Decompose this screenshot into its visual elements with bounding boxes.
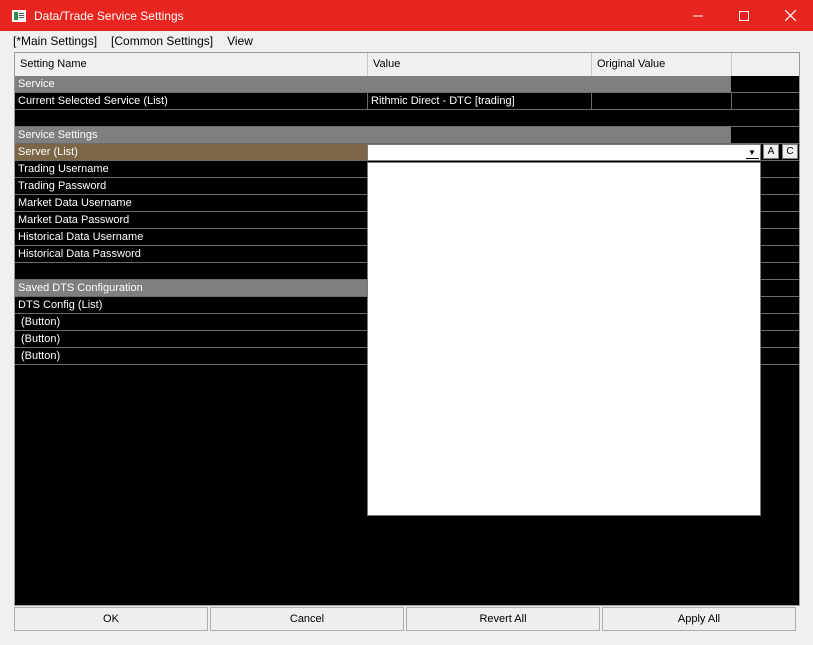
setting-name: (Button) <box>21 350 61 362</box>
maximize-icon <box>739 10 749 21</box>
app-icon <box>12 9 26 22</box>
setting-name: DTS Config (List) <box>18 299 103 311</box>
setting-name: Historical Data Password <box>18 248 141 260</box>
window-controls <box>675 0 813 31</box>
cancel-button[interactable]: Cancel <box>210 607 404 631</box>
minimize-icon <box>693 15 703 16</box>
setting-name: (Button) <box>21 333 61 345</box>
original-value <box>592 93 732 109</box>
footer-buttons: OK Cancel Revert All Apply All <box>14 607 800 631</box>
row-current-service[interactable]: Current Selected Service (List) Rithmic … <box>15 93 799 110</box>
server-dropdown-list[interactable] <box>367 162 761 516</box>
header-setting-name[interactable]: Setting Name <box>15 53 368 76</box>
window-title: Data/Trade Service Settings <box>34 8 184 23</box>
menu-bar: [*Main Settings] [Common Settings] View <box>0 31 813 51</box>
menu-main-settings[interactable]: [*Main Settings] <box>6 34 104 48</box>
section-label: Service Settings <box>15 127 731 143</box>
section-service: Service <box>15 76 799 93</box>
apply-all-button[interactable]: Apply All <box>602 607 796 631</box>
maximize-button[interactable] <box>721 0 767 31</box>
minimize-button[interactable] <box>675 0 721 31</box>
section-label: Service <box>15 76 731 92</box>
setting-value[interactable]: Rithmic Direct - DTC [trading] <box>368 93 592 109</box>
settings-grid: Setting Name Value Original Value Servic… <box>14 52 800 606</box>
server-c-button[interactable]: C <box>782 144 798 159</box>
setting-name: Server (List) <box>15 144 367 160</box>
setting-name: Market Data Password <box>18 214 130 226</box>
setting-name: Trading Username <box>18 163 109 175</box>
grid-header: Setting Name Value Original Value <box>15 53 799 76</box>
menu-common-settings[interactable]: [Common Settings] <box>104 34 220 48</box>
setting-name: (Button) <box>21 316 61 328</box>
setting-name: Historical Data Username <box>18 231 144 243</box>
server-combobox[interactable]: ▼ <box>367 144 761 161</box>
section-service-settings: Service Settings <box>15 127 799 144</box>
combo-arrow-underline <box>746 158 759 159</box>
header-original-value[interactable]: Original Value <box>592 53 732 76</box>
close-icon <box>784 10 796 21</box>
setting-name: Market Data Username <box>18 197 132 209</box>
ok-button[interactable]: OK <box>14 607 208 631</box>
header-value[interactable]: Value <box>368 53 592 76</box>
menu-view[interactable]: View <box>220 34 260 48</box>
revert-all-button[interactable]: Revert All <box>406 607 600 631</box>
setting-name: Trading Password <box>18 180 107 192</box>
title-bar: Data/Trade Service Settings <box>0 0 813 31</box>
close-button[interactable] <box>767 0 813 31</box>
window-left-edge <box>0 51 6 645</box>
setting-name: Current Selected Service (List) <box>15 93 368 109</box>
section-label: Saved DTS Configuration <box>15 280 367 296</box>
blank-row <box>15 110 799 127</box>
server-a-button[interactable]: A <box>763 144 779 159</box>
